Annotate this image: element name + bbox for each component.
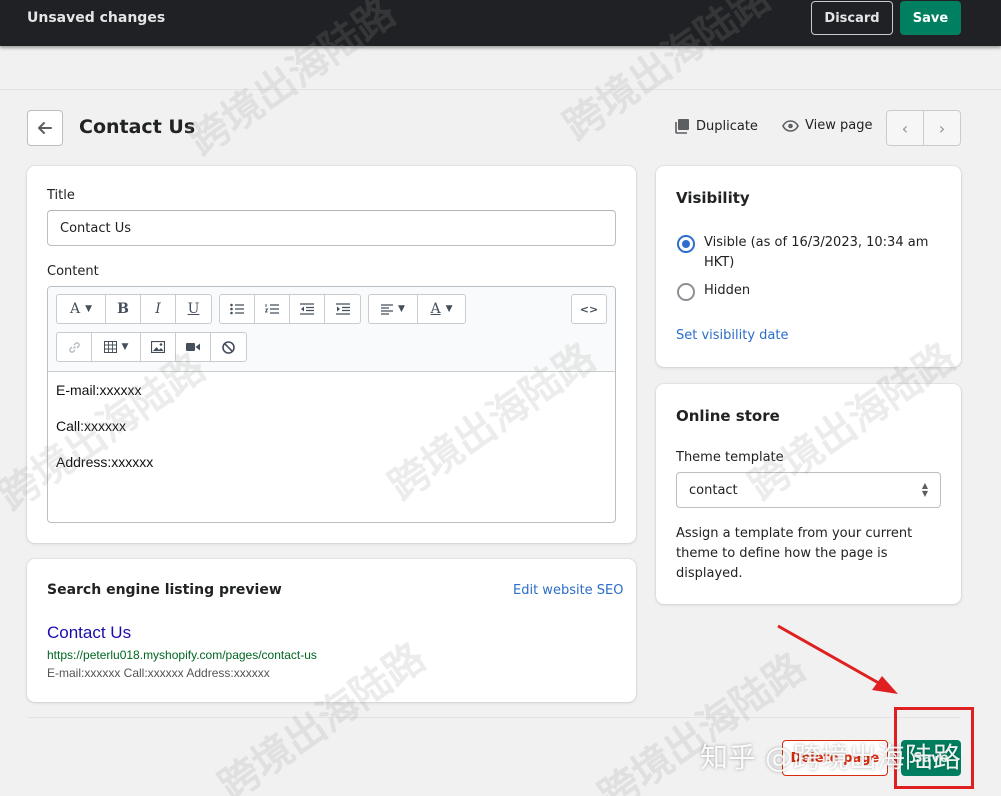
font-icon[interactable]: A ▼ — [57, 295, 106, 323]
select-caret-icon: ▲ ▼ — [921, 481, 928, 498]
editor-line-email[interactable]: E-mail:xxxxxx — [56, 382, 142, 398]
view-page-action[interactable]: View page — [782, 118, 872, 133]
bulleted-list-icon[interactable] — [220, 295, 255, 323]
html-group: <> — [571, 294, 607, 324]
chevron-right-icon[interactable]: › — [924, 111, 960, 145]
text-color-icon[interactable]: A ▼ — [418, 295, 465, 323]
title-input[interactable]: Contact Us — [47, 210, 616, 246]
indent-icon[interactable] — [325, 295, 360, 323]
format-group: A ▼ B I U — [56, 294, 212, 324]
theme-template-help: Assign a template from your current them… — [676, 526, 913, 581]
duplicate-label: Duplicate — [696, 118, 758, 134]
online-store-card: Online store Theme template contact ▲ ▼ A… — [656, 384, 961, 604]
editor-line-call[interactable]: Call:xxxxxx — [56, 418, 126, 434]
link-icon[interactable] — [57, 333, 92, 361]
chevron-left-icon[interactable]: ‹ — [887, 111, 924, 145]
edit-seo-link[interactable]: Edit website SEO — [513, 583, 624, 598]
insert-group: ▼ — [56, 332, 247, 362]
outdent-icon[interactable] — [290, 295, 325, 323]
visible-radio[interactable] — [677, 235, 695, 253]
duplicate-action[interactable]: Duplicate — [674, 118, 758, 134]
discard-button[interactable]: Discard — [811, 1, 893, 35]
back-button[interactable] — [27, 110, 63, 146]
hidden-radio[interactable] — [677, 283, 695, 301]
save-button-top[interactable]: Save — [900, 1, 961, 35]
duplicate-icon — [675, 119, 689, 134]
list-group — [219, 294, 361, 324]
visibility-card: Visibility Visible (as of 16/3/2023, 10:… — [656, 166, 961, 367]
video-icon[interactable] — [176, 333, 211, 361]
delete-page-button[interactable]: Delete page — [782, 740, 888, 776]
page-pagination: ‹ › — [886, 110, 961, 146]
seo-preview-title: Contact Us — [47, 623, 132, 642]
annotation-highlight-box — [894, 707, 974, 789]
online-store-title: Online store — [676, 407, 780, 425]
seo-preview-url: https://peterlu018.myshopify.com/pages/c… — [47, 648, 317, 662]
visible-label-line2: HKT) — [704, 255, 735, 270]
contextual-save-bar: Unsaved changes Discard Save — [0, 0, 1001, 46]
align-color-group: ▼ A ▼ — [368, 294, 466, 324]
underline-icon[interactable]: U — [176, 295, 211, 323]
rich-text-editor: A ▼ B I U ▼ A ▼ <> ▼ E-mail:xxxxxx Call:… — [47, 286, 616, 523]
visible-label-line1: Visible (as of 16/3/2023, 10:34 am — [704, 235, 929, 250]
eye-icon — [782, 119, 799, 132]
view-page-label: View page — [805, 118, 873, 133]
clear-format-icon[interactable] — [211, 333, 246, 361]
content-label: Content — [47, 264, 99, 279]
image-icon[interactable] — [141, 333, 176, 361]
title-label: Title — [47, 188, 75, 203]
editor-line-address[interactable]: Address:xxxxxx — [56, 454, 153, 470]
arrow-left-icon — [38, 122, 52, 134]
theme-template-label: Theme template — [676, 450, 784, 465]
visibility-title: Visibility — [676, 189, 750, 207]
seo-preview-description: E-mail:xxxxxx Call:xxxxxx Address:xxxxxx — [47, 666, 270, 680]
theme-template-select[interactable]: contact ▲ ▼ — [676, 472, 941, 508]
numbered-list-icon[interactable] — [255, 295, 290, 323]
visible-radio-label[interactable]: Visible (as of 16/3/2023, 10:34 am HKT) — [704, 233, 928, 273]
italic-icon[interactable]: I — [141, 295, 176, 323]
seo-card: Search engine listing preview Edit websi… — [27, 559, 636, 702]
hidden-radio-label[interactable]: Hidden — [704, 281, 750, 301]
align-icon[interactable]: ▼ — [369, 295, 418, 323]
set-visibility-date-link[interactable]: Set visibility date — [676, 328, 789, 343]
page-title: Contact Us — [79, 116, 196, 138]
html-icon[interactable]: <> — [572, 295, 606, 323]
top-divider — [0, 89, 1001, 90]
bottom-divider — [27, 717, 961, 718]
table-icon[interactable]: ▼ — [92, 333, 141, 361]
bold-icon[interactable]: B — [106, 295, 141, 323]
editor-toolbar: A ▼ B I U ▼ A ▼ <> ▼ — [48, 287, 615, 372]
content-card: Title Contact Us Content A ▼ B I U ▼ A ▼… — [27, 166, 636, 543]
unsaved-changes-title: Unsaved changes — [27, 10, 166, 26]
theme-template-value: contact — [689, 482, 738, 498]
seo-card-title: Search engine listing preview — [47, 582, 282, 598]
